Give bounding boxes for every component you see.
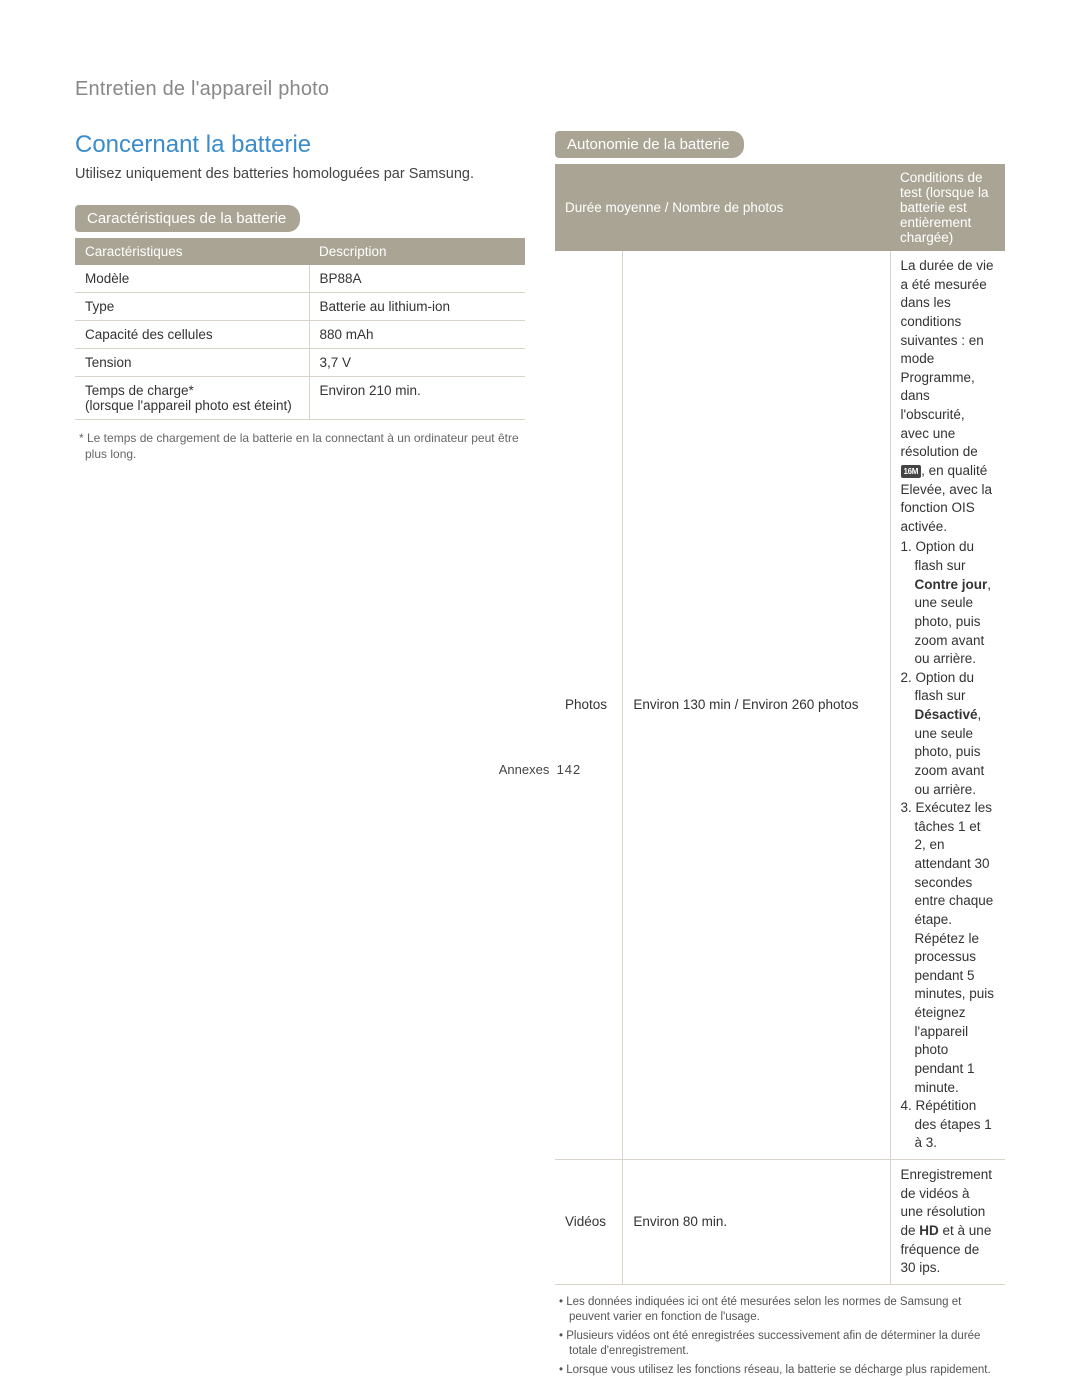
cell: Temps de charge* (lorsque l'appareil pho… (75, 376, 309, 419)
specs-head-c1: Caractéristiques (75, 238, 309, 265)
cell: Type (75, 292, 309, 320)
cell: Capacité des cellules (75, 320, 309, 348)
list-item: 4. Répétition des étapes 1 à 3. (915, 1097, 996, 1153)
specs-table: Caractéristiques Description Modèle BP88… (75, 238, 525, 420)
icon-16m-icon: 16M (901, 465, 922, 478)
list-item: 1. Option du flash sur Contre jour, une … (915, 538, 996, 668)
autonomy-bullets: Les données indiquées ici ont été mesuré… (555, 1285, 1005, 1379)
footer-label: Annexes (499, 762, 550, 777)
right-column: Autonomie de la batterie Durée moyenne /… (555, 131, 1005, 1381)
list-item: 2. Option du flash sur Désactivé, une se… (915, 669, 996, 799)
cell-duration: Environ 130 min / Environ 260 photos (623, 251, 890, 1160)
autonomy-head-c3: Conditions de test (lorsque la batterie … (890, 164, 1005, 251)
table-row: Tension 3,7 V (75, 348, 525, 376)
cell-conditions: Enregistrement de vidéos à une résolutio… (890, 1160, 1005, 1285)
cell: 880 mAh (309, 320, 525, 348)
content-columns: Concernant la batterie Utilisez uniqueme… (75, 131, 1005, 1381)
cell: Environ 210 min. (309, 376, 525, 419)
section-title: Concernant la batterie (75, 131, 525, 159)
table-row: Capacité des cellules 880 mAh (75, 320, 525, 348)
list-item: Les données indiquées ici ont été mesuré… (569, 1295, 1001, 1326)
list-item: Plusieurs vidéos ont été enregistrées su… (569, 1329, 1001, 1360)
list-item: Lorsque vous utilisez les fonctions rése… (569, 1363, 1001, 1379)
page-header: Entretien de l'appareil photo (75, 78, 1005, 101)
page-footer: Annexes 142 (0, 762, 1080, 777)
cell-line-b: (lorsque l'appareil photo est éteint) (85, 398, 292, 413)
autonomy-table: Durée moyenne / Nombre de photos Conditi… (555, 164, 1005, 1285)
li2-a: 2. Option du flash sur (901, 670, 975, 704)
page-number: 142 (557, 762, 582, 777)
table-row: Type Batterie au lithium-ion (75, 292, 525, 320)
table-row: Vidéos Environ 80 min. Enregistrement de… (555, 1160, 1005, 1285)
left-column: Concernant la batterie Utilisez uniqueme… (75, 131, 525, 1381)
vid-cond-hd: HD (919, 1223, 939, 1238)
table-row: Modèle BP88A (75, 265, 525, 293)
table-row: Photos Environ 130 min / Environ 260 pho… (555, 251, 1005, 1160)
autonomy-head-c2: Durée moyenne / Nombre de photos (555, 164, 890, 251)
cell: Batterie au lithium-ion (309, 292, 525, 320)
cond-intro-a: La durée de vie a été mesurée dans les c… (901, 258, 994, 459)
table-row: Temps de charge* (lorsque l'appareil pho… (75, 376, 525, 419)
cell-label: Vidéos (555, 1160, 623, 1285)
specs-head-c2: Description (309, 238, 525, 265)
specs-flag: Caractéristiques de la batterie (75, 205, 300, 232)
cell: Tension (75, 348, 309, 376)
cell-label: Photos (555, 251, 623, 1160)
intro-text: Utilisez uniquement des batteries homolo… (75, 165, 525, 185)
li2-bold: Désactivé (915, 707, 978, 722)
cell-line-a: Temps de charge* (85, 383, 194, 398)
cell: BP88A (309, 265, 525, 293)
li1-bold: Contre jour (915, 577, 988, 592)
cell-conditions: La durée de vie a été mesurée dans les c… (890, 251, 1005, 1160)
cell: 3,7 V (309, 348, 525, 376)
li1-a: 1. Option du flash sur (901, 539, 975, 573)
autonomy-flag: Autonomie de la batterie (555, 131, 744, 158)
list-item: 3. Exécutez les tâches 1 et 2, en attend… (915, 799, 996, 1097)
cell-duration: Environ 80 min. (623, 1160, 890, 1285)
specs-footnote: * Le temps de chargement de la batterie … (75, 420, 525, 464)
cell: Modèle (75, 265, 309, 293)
